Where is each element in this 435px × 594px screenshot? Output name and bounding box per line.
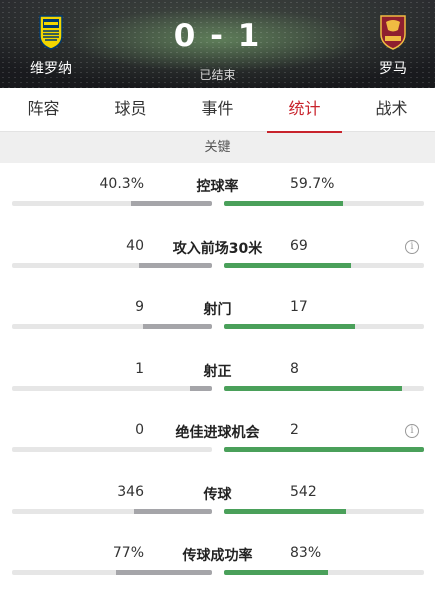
tab-stats[interactable]: 统计 — [261, 88, 348, 133]
stat-row: 346 传球 542 — [0, 471, 435, 533]
tab-bar: 阵容 球员 事件 统计 战术 — [0, 88, 435, 133]
away-bar-track — [224, 262, 424, 268]
stat-away-value: 2 — [290, 422, 299, 438]
home-bar-track — [12, 447, 212, 452]
home-bar-track — [12, 570, 212, 575]
stat-row: 1 射正 8 — [0, 348, 435, 410]
home-bar-fill — [189, 385, 212, 391]
tab-events[interactable]: 事件 — [174, 88, 261, 131]
away-bar-track — [224, 385, 424, 391]
home-bar-track — [12, 508, 212, 514]
home-bar-fill — [142, 324, 212, 329]
stat-label: 绝佳进球机会 — [175, 425, 260, 441]
stat-away-value: 69 — [290, 237, 308, 254]
away-bar-fill — [224, 201, 344, 206]
match-header: 维罗纳 0 - 1 已结束 罗马 — [0, 0, 435, 88]
stat-away-value: 59.7% — [290, 176, 335, 192]
stat-label: 攻入前场30米 — [172, 240, 263, 257]
stat-row: 0 绝佳进球机会 2 i — [0, 409, 435, 471]
stat-away-value: 83% — [290, 545, 322, 561]
section-title-key: 关键 — [0, 132, 435, 163]
away-bar-track — [224, 570, 424, 575]
away-bar-track — [224, 508, 424, 514]
stats-list: 40.3% 控球率 59.7% 40 攻入前场30米 69 i 9 射门 17 1 射正 8 0 绝佳进球机… — [0, 163, 435, 594]
home-bar-fill — [138, 262, 212, 268]
away-bar-track — [224, 201, 424, 206]
stat-away-value: 8 — [290, 360, 299, 377]
away-bar-fill — [224, 508, 346, 514]
tab-lineup[interactable]: 阵容 — [0, 88, 87, 131]
away-bar-track — [224, 447, 424, 452]
away-team[interactable]: 罗马 — [348, 14, 435, 78]
stat-row: 77% 传球成功率 83% — [0, 532, 435, 594]
away-bar-fill — [224, 385, 402, 391]
stat-row: 40 攻入前场30米 69 i — [0, 225, 435, 287]
home-bar-track — [12, 385, 212, 391]
tab-tactics[interactable]: 战术 — [348, 88, 435, 131]
away-bar-fill — [224, 262, 351, 268]
home-bar-fill — [131, 201, 212, 206]
home-bar-track — [12, 201, 212, 206]
stat-label: 传球 — [203, 486, 232, 503]
stat-label: 控球率 — [196, 179, 239, 195]
info-icon[interactable]: i — [405, 424, 419, 438]
away-bar-fill — [224, 570, 328, 575]
info-icon[interactable]: i — [405, 239, 419, 254]
stat-label: 射正 — [203, 363, 232, 380]
stat-away-value: 17 — [290, 299, 308, 315]
home-bar-fill — [115, 570, 212, 575]
away-bar-fill — [224, 447, 424, 452]
away-bar-fill — [224, 324, 355, 329]
stat-row: 9 射门 17 — [0, 286, 435, 348]
away-team-name: 罗马 — [379, 61, 407, 77]
home-bar-track — [12, 324, 212, 329]
home-bar-track — [12, 262, 212, 268]
stat-row: 40.3% 控球率 59.7% — [0, 163, 435, 225]
as-roma-crest-icon — [380, 15, 406, 50]
stat-away-value: 542 — [290, 483, 317, 500]
home-bar-fill — [134, 508, 212, 514]
tab-players[interactable]: 球员 — [87, 88, 174, 131]
stat-label: 射门 — [203, 302, 232, 318]
stat-label: 传球成功率 — [182, 548, 253, 564]
away-bar-track — [224, 324, 424, 329]
